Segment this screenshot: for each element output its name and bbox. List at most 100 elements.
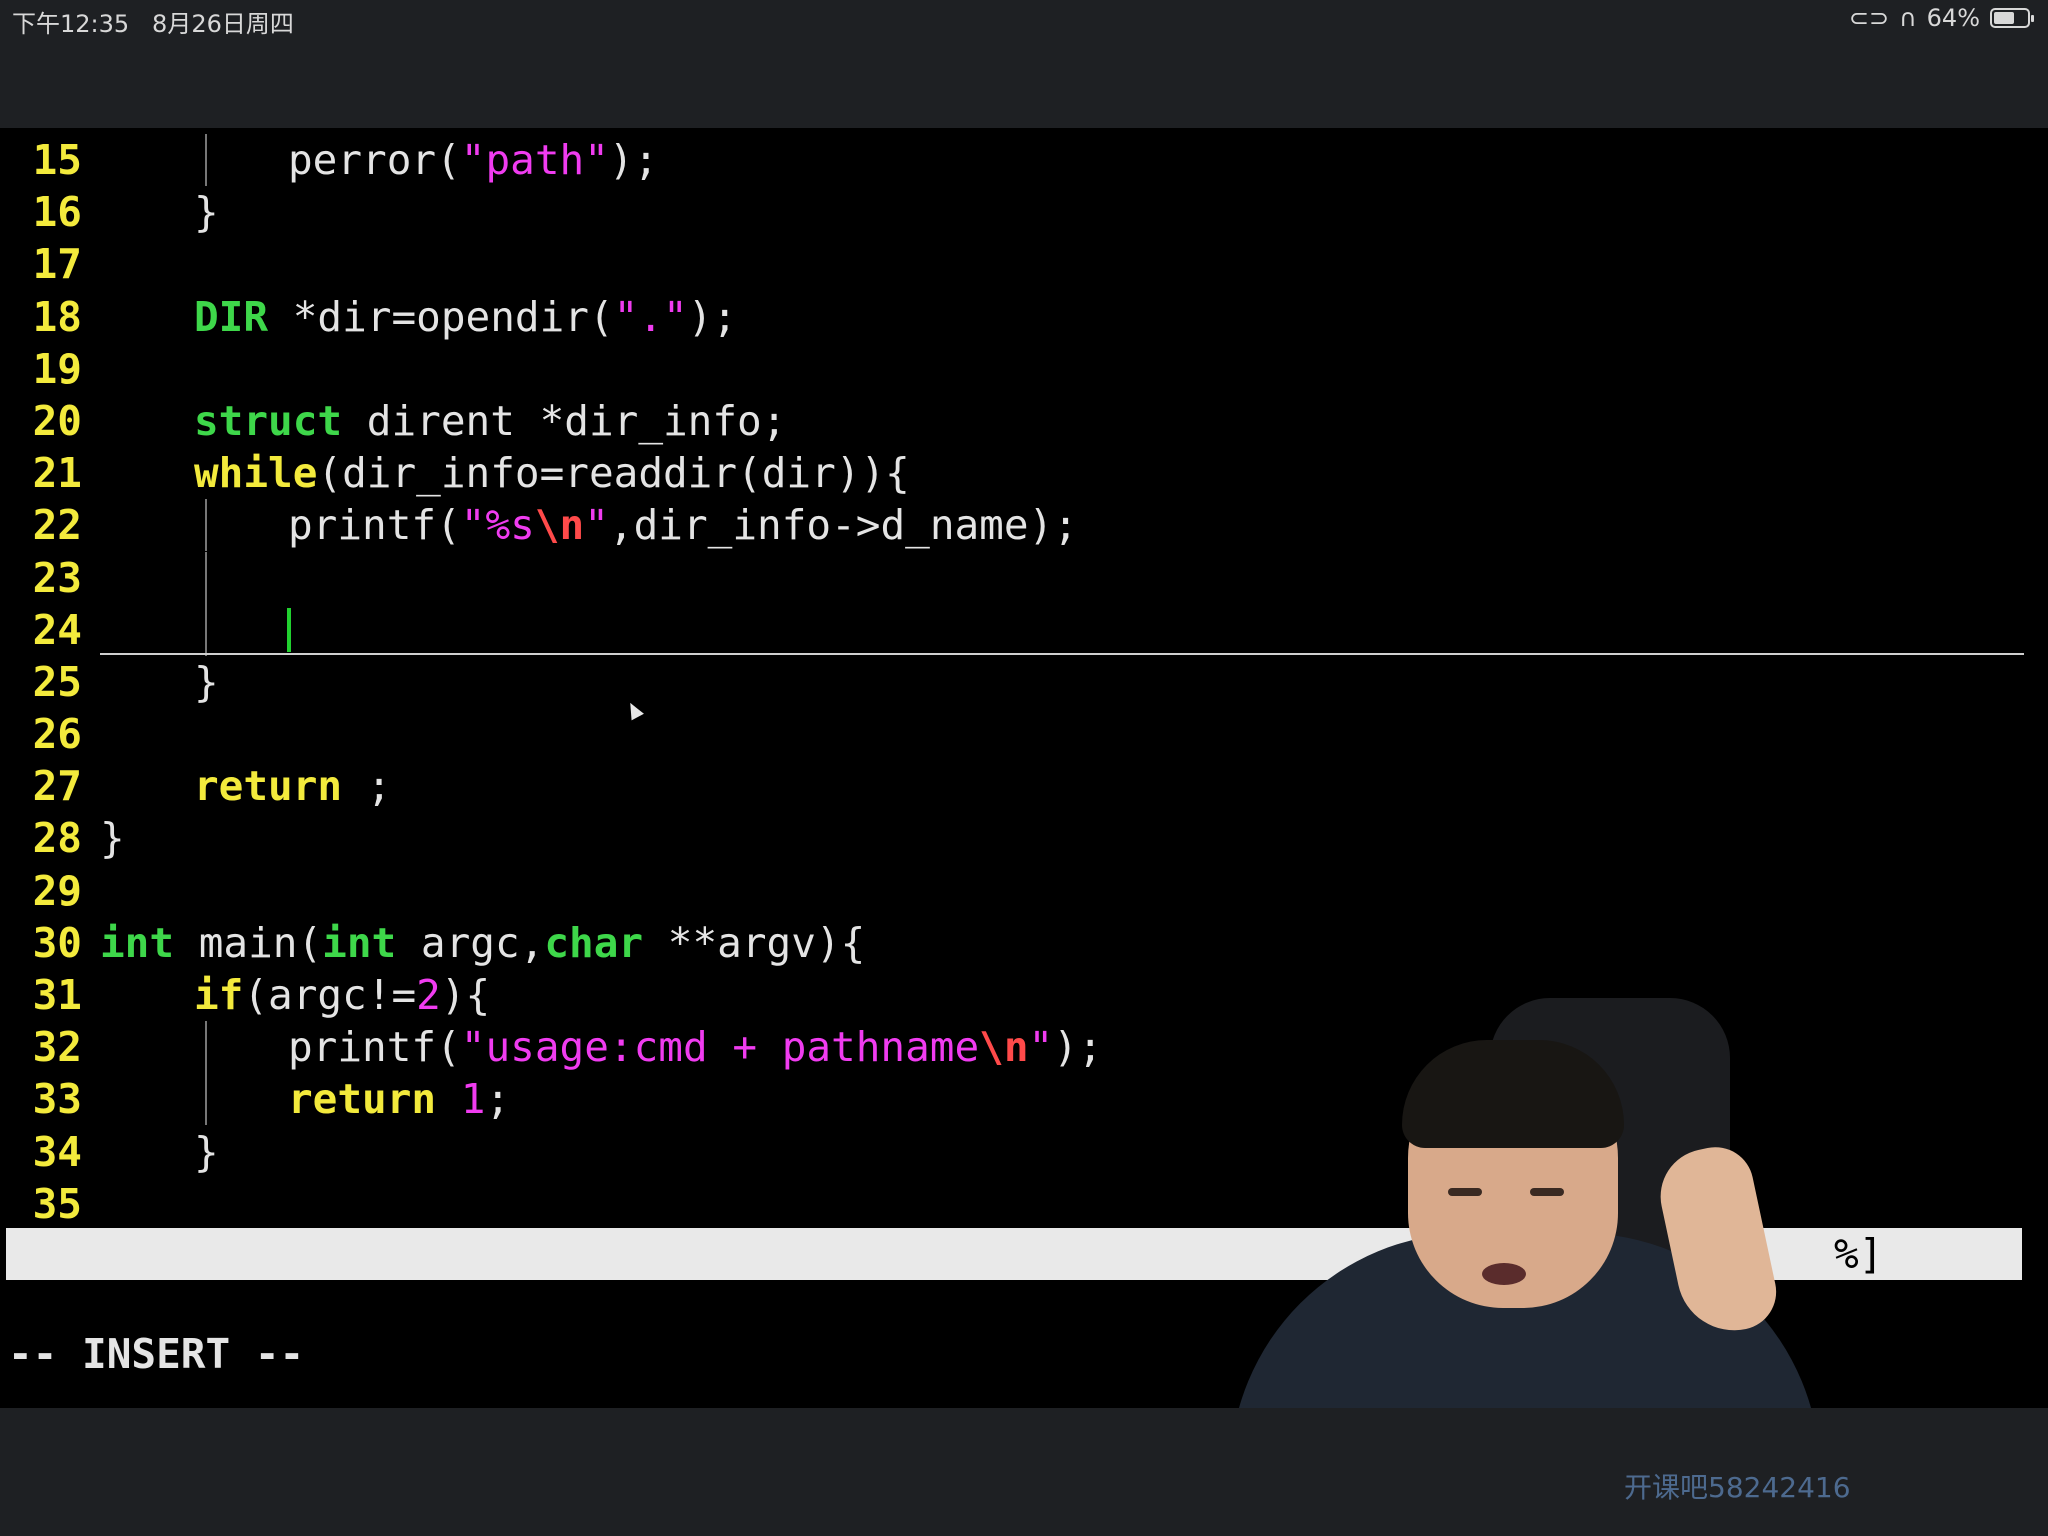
code-line[interactable]: 26: [0, 708, 2048, 760]
code-line[interactable]: 23: [0, 551, 2048, 604]
vim-terminal[interactable]: 15 perror("path"); 16} 17 18 DIR *dir=opendir…: [0, 128, 2048, 1408]
line-number: 18: [32, 292, 82, 341]
code-line[interactable]: 19: [0, 343, 2048, 395]
code-line[interactable]: 30 int main(int argc,char **argv){: [0, 917, 2048, 969]
code-token: if: [194, 971, 244, 1019]
code-token: 1: [460, 1075, 486, 1124]
line-number: 21: [32, 449, 82, 498]
code-token: return: [194, 762, 343, 811]
line-number: 15: [32, 136, 82, 184]
code-token: ,dir_info->d_name);: [608, 501, 1078, 550]
code-token: 2: [416, 971, 441, 1019]
code-line[interactable]: 16}: [0, 186, 2048, 238]
code-line[interactable]: 29: [0, 865, 2048, 917]
line-number: 23: [32, 553, 82, 602]
code-token: int: [100, 918, 175, 967]
line-number: 29: [32, 866, 82, 915]
battery-percent: 64%: [1926, 4, 1980, 32]
code-token: (argc!=: [243, 971, 417, 1019]
code-token: );: [687, 292, 738, 341]
code-token: **argv){: [643, 918, 866, 967]
indent-guide: [205, 1073, 207, 1126]
code-token: );: [608, 136, 659, 184]
code-token: char: [544, 918, 644, 967]
status-indicators: ⊂⊃ ∩ 64%: [1849, 4, 2034, 32]
headphones-icon: ∩: [1899, 4, 1917, 32]
line-number: 20: [32, 396, 82, 445]
line-code: return ;: [194, 760, 391, 812]
line-number: 30: [32, 918, 82, 967]
code-line[interactable]: 27 return ;: [0, 760, 2048, 812]
line-number: 35: [32, 1179, 82, 1228]
status-time-date: 下午12:35 8月26日周四: [12, 10, 294, 38]
code-token: perror(: [288, 136, 461, 184]
line-code: }: [194, 656, 219, 708]
code-token: }: [100, 814, 125, 863]
line-code: }: [194, 1126, 219, 1178]
line-number: 25: [32, 657, 82, 706]
code-token: ".": [613, 292, 688, 341]
text-cursor: [287, 607, 291, 652]
code-token: DIR: [194, 292, 269, 341]
line-number: 17: [32, 240, 82, 289]
code-token: "usage:cmd + pathname: [460, 1023, 980, 1072]
code-line[interactable]: 25}: [0, 656, 2048, 708]
code-token: struct: [194, 396, 343, 445]
line-code: while(dir_info=readdir(dir)){: [194, 447, 910, 499]
code-token: }: [194, 657, 219, 706]
line-code: perror("path");: [288, 134, 658, 186]
line-code: int main(int argc,char **argv){: [100, 917, 865, 969]
code-token: }: [194, 1127, 219, 1176]
line-number: 31: [32, 971, 82, 1019]
code-line[interactable]: 20 struct dirent *dir_info;: [0, 395, 2048, 447]
code-token: while: [194, 449, 318, 498]
code-token: \n: [534, 501, 585, 550]
line-code: }: [100, 812, 125, 864]
code-line[interactable]: 24: [0, 603, 2048, 656]
line-code: return 1;: [288, 1073, 510, 1125]
code-line[interactable]: 22 printf("%s\n",dir_info->d_name);: [0, 499, 2048, 552]
code-line[interactable]: 21 while(dir_info=readdir(dir)){: [0, 447, 2048, 499]
ipad-status-bar: 下午12:35 8月26日周四 ⊂⊃ ∩ 64%: [0, 0, 2048, 128]
line-code: struct dirent *dir_info;: [194, 395, 786, 447]
code-token: printf(: [288, 501, 461, 550]
code-token: argc,: [396, 918, 545, 967]
line-code: DIR *dir=opendir(".");: [194, 291, 737, 343]
code-token: }: [194, 188, 219, 237]
code-token: printf(: [288, 1023, 461, 1072]
line-number: 16: [32, 188, 82, 237]
code-token: ){: [440, 971, 491, 1019]
line-number: 22: [32, 501, 82, 550]
vim-mode-indicator: -- INSERT --: [8, 1330, 305, 1378]
code-line[interactable]: 28}: [0, 812, 2048, 864]
code-token: main(: [174, 918, 323, 967]
watermark: 开课吧58242416: [1624, 1471, 1851, 1504]
line-code: }: [194, 186, 219, 238]
indent-guide: [205, 134, 207, 186]
indent-guide: [205, 1021, 207, 1074]
statusline-percent: %]: [1834, 1230, 1884, 1278]
presenter-webcam: [1230, 998, 1820, 1408]
line-code: if(argc!=2){: [194, 969, 490, 1021]
indent-guide: [205, 551, 207, 604]
code-line[interactable]: 15 perror("path");: [0, 134, 2048, 186]
code-token: return: [288, 1075, 437, 1124]
code-token: *dir=opendir(: [268, 292, 614, 341]
code-token: ": [584, 501, 609, 550]
line-code: printf("usage:cmd + pathname\n");: [288, 1021, 1103, 1073]
line-code: printf("%s\n",dir_info->d_name);: [288, 499, 1078, 551]
cursorline-underline: [100, 652, 2024, 655]
line-number: 24: [32, 605, 82, 654]
line-number: 27: [32, 762, 82, 811]
battery-icon: [1990, 8, 2034, 28]
code-token: dirent *dir_info;: [342, 396, 787, 445]
code-line[interactable]: 17: [0, 238, 2048, 290]
code-token: ;: [485, 1075, 511, 1124]
code-token: \n: [979, 1023, 1029, 1072]
code-token: ": [1028, 1023, 1054, 1072]
code-line[interactable]: 18 DIR *dir=opendir(".");: [0, 291, 2048, 343]
code-token: (dir_info=readdir(dir)){: [317, 449, 910, 498]
line-number: 32: [32, 1023, 82, 1072]
line-number: 19: [32, 344, 82, 393]
